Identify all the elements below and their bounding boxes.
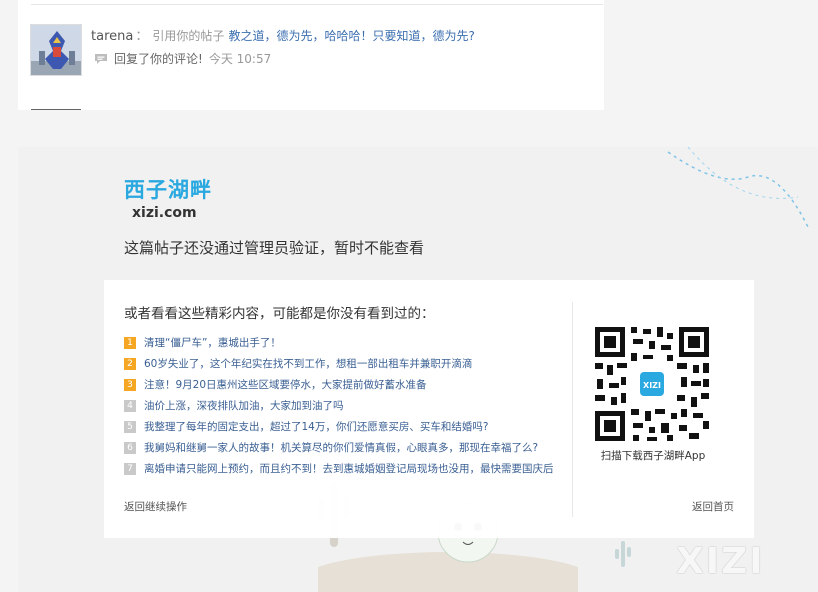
small-cactus-icon	[615, 541, 631, 567]
reply-line: 回复了你的评论! 今天 10:57	[94, 50, 271, 67]
speech-bubble-icon	[95, 53, 107, 64]
recommendation-title: 或者看看这些精彩内容，可能都是你没有看到过的：	[124, 306, 435, 322]
rank-badge: 7	[124, 462, 136, 475]
qr-caption: 扫描下载西子湖畔App	[600, 450, 706, 462]
watermark: XIZI	[676, 541, 765, 582]
list-item[interactable]: 1 清理“僵尸车”，惠城出手了！	[124, 332, 564, 353]
reply-text[interactable]: 回复了你的评论!	[114, 50, 203, 67]
quoted-post-link[interactable]: 教之道，德为先，哈哈哈！只要知道，德为先?	[229, 29, 475, 43]
avatar[interactable]	[30, 24, 82, 76]
comment-header: tarena：引用你的帖子 教之道，德为先，哈哈哈！只要知道，德为先?	[91, 25, 475, 44]
recommendation-link[interactable]: 我舅妈和继舅一家人的故事！机关算尽的你们爱情真假，心眼真多，那现在幸福了么?	[144, 440, 538, 455]
recommendation-link[interactable]: 60岁失业了，这个年纪实在找不到工作，想租一部出租车并兼职开滴滴	[144, 356, 472, 371]
blocked-post-panel: 西子湖畔 xizi.com 这篇帖子还没通过管理员验证，暂时不能查看 或者看看这…	[18, 147, 818, 592]
logo-cn: 西子湖畔	[124, 178, 212, 202]
comment-card: tarena：引用你的帖子 教之道，德为先，哈哈哈！只要知道，德为先? 回复了你…	[18, 0, 604, 110]
logo-en: xizi.com	[132, 205, 197, 221]
rank-badge: 2	[124, 357, 136, 370]
back-home-link[interactable]: 返回首页	[692, 499, 734, 514]
list-item[interactable]: 7 离婚申请只能网上预约，而且约不到！去到惠城婚姻登记局现场也没用，最快需要国庆后	[124, 458, 564, 479]
list-item[interactable]: 4 油价上涨，深夜排队加油，大家加到油了吗	[124, 395, 564, 416]
list-item[interactable]: 2 60岁失业了，这个年纪实在找不到工作，想租一部出租车并兼职开滴滴	[124, 353, 564, 374]
list-item[interactable]: 5 我整理了每年的固定支出，超过了14万，你们还愿意买房、买车和结婚吗?	[124, 416, 564, 437]
qr-center-label: XIZI	[643, 381, 661, 390]
avatar-image	[31, 25, 81, 75]
recommendation-link[interactable]: 油价上涨，深夜排队加油，大家加到油了吗	[144, 398, 344, 413]
vertical-divider	[572, 302, 573, 517]
rank-badge: 3	[124, 378, 136, 391]
list-item[interactable]: 3 注意！9月20日惠州这些区域要停水，大家提前做好蓄水准备	[124, 374, 564, 395]
rank-badge: 6	[124, 441, 136, 454]
recommendation-link[interactable]: 我整理了每年的固定支出，超过了14万，你们还愿意买房、买车和结婚吗?	[144, 419, 488, 434]
decorative-dash-lines-icon	[667, 147, 809, 228]
quote-prefix: 引用你的帖子	[152, 29, 225, 43]
rank-badge: 4	[124, 399, 136, 412]
rank-badge: 1	[124, 336, 136, 349]
site-logo[interactable]: 西子湖畔 xizi.com	[124, 174, 212, 221]
divider	[31, 109, 81, 110]
rank-badge: 5	[124, 420, 136, 433]
verification-notice: 这篇帖子还没通过管理员验证，暂时不能查看	[124, 239, 425, 257]
divider	[31, 4, 603, 5]
username-link[interactable]: tarena	[91, 29, 133, 44]
timestamp: 今天 10:57	[208, 52, 272, 66]
recommendation-link[interactable]: 注意！9月20日惠州这些区域要停水，大家提前做好蓄水准备	[144, 377, 427, 392]
qr-code-icon: XIZI	[593, 325, 711, 443]
back-continue-link[interactable]: 返回继续操作	[124, 499, 187, 514]
separator: ：	[135, 29, 149, 44]
recommendation-card: 或者看看这些精彩内容，可能都是你没有看到过的： 1 清理“僵尸车”，惠城出手了！ …	[104, 280, 754, 538]
list-item[interactable]: 6 我舅妈和继舅一家人的故事！机关算尽的你们爱情真假，心眼真多，那现在幸福了么?	[124, 437, 564, 458]
recommendation-link[interactable]: 清理“僵尸车”，惠城出手了！	[144, 335, 281, 350]
recommendation-list: 1 清理“僵尸车”，惠城出手了！ 2 60岁失业了，这个年纪实在找不到工作，想租一部…	[124, 332, 564, 479]
recommendation-link[interactable]: 离婚申请只能网上预约，而且约不到！去到惠城婚姻登记局现场也没用，最快需要国庆后	[144, 461, 554, 476]
